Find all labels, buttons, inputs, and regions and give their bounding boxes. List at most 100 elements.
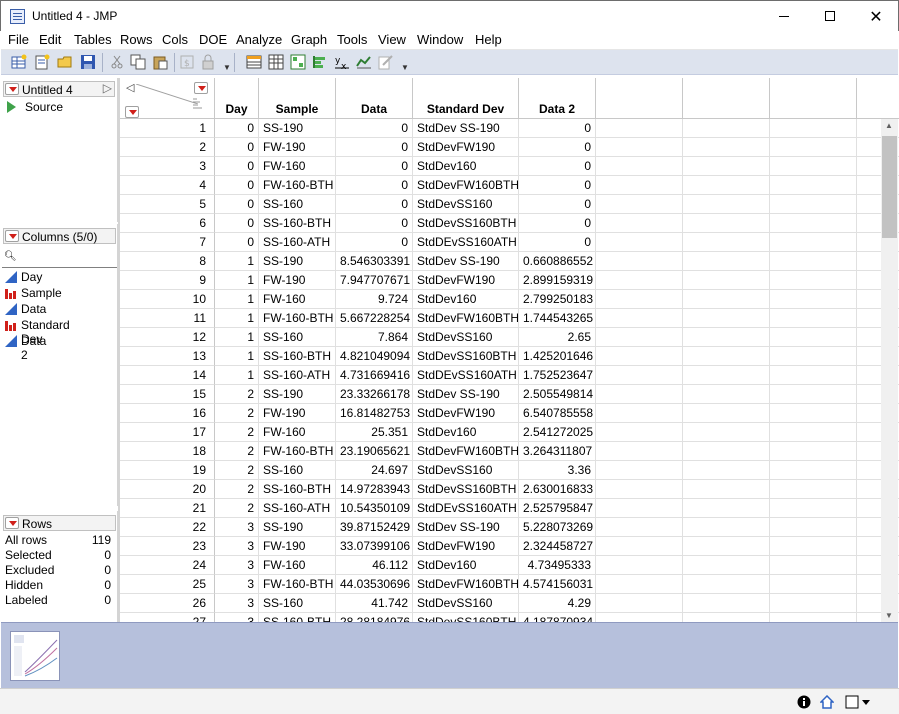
empty-cell[interactable] <box>683 575 770 594</box>
empty-cell[interactable] <box>770 461 857 480</box>
cell-data[interactable]: 0 <box>336 119 413 138</box>
cell-sample[interactable]: SS-160 <box>259 594 336 613</box>
new-data-table-icon[interactable] <box>11 54 27 70</box>
empty-cell[interactable] <box>596 328 683 347</box>
cell-data-2[interactable]: 0 <box>519 176 596 195</box>
menu-analyze[interactable]: Analyze <box>236 32 282 47</box>
cell-standard-dev[interactable]: StdDevSS160BTH <box>413 347 519 366</box>
window-thumbnail[interactable] <box>10 631 60 681</box>
close-button[interactable]: ✕ <box>853 1 899 31</box>
empty-cell[interactable] <box>683 214 770 233</box>
empty-cell[interactable] <box>683 537 770 556</box>
cell-standard-dev[interactable]: StdDevSS160BTH <box>413 480 519 499</box>
empty-cell[interactable] <box>770 119 857 138</box>
col-head-sample[interactable]: Sample <box>259 78 336 119</box>
empty-cell[interactable] <box>770 252 857 271</box>
cell-sample[interactable]: SS-160 <box>259 328 336 347</box>
cell-data-2[interactable]: 6.540785558 <box>519 404 596 423</box>
empty-cell[interactable] <box>596 499 683 518</box>
empty-cell[interactable] <box>596 480 683 499</box>
empty-cell[interactable] <box>770 556 857 575</box>
copy-icon[interactable] <box>130 54 146 70</box>
cell-standard-dev[interactable]: StdDev160 <box>413 556 519 575</box>
empty-cell[interactable] <box>770 594 857 613</box>
cell-data-2[interactable]: 2.505549814 <box>519 385 596 404</box>
empty-cell[interactable] <box>683 442 770 461</box>
row-number[interactable]: 1 <box>120 119 215 138</box>
cell-data-2[interactable]: 2.630016833 <box>519 480 596 499</box>
cell-day[interactable]: 1 <box>215 347 259 366</box>
empty-cell[interactable] <box>770 271 857 290</box>
cell-sample[interactable]: FW-160 <box>259 290 336 309</box>
distribution-icon[interactable] <box>290 54 306 70</box>
row-number[interactable]: 5 <box>120 195 215 214</box>
column-red-triangle-icon[interactable] <box>194 82 208 94</box>
cell-day[interactable]: 2 <box>215 499 259 518</box>
empty-cell[interactable] <box>683 404 770 423</box>
scroll-down-icon[interactable]: ▼ <box>885 611 893 620</box>
empty-cell[interactable] <box>596 233 683 252</box>
cell-data-2[interactable]: 0 <box>519 138 596 157</box>
row-number[interactable]: 8 <box>120 252 215 271</box>
cell-sample[interactable]: FW-160-BTH <box>259 575 336 594</box>
empty-cell[interactable] <box>596 404 683 423</box>
columns-panel-header[interactable]: Columns (5/0) <box>3 228 116 244</box>
empty-cell[interactable] <box>596 461 683 480</box>
col-head-day[interactable]: Day <box>215 78 259 119</box>
col-head-data-2[interactable]: Data 2 <box>519 78 596 119</box>
row-number[interactable]: 25 <box>120 575 215 594</box>
row-number[interactable]: 14 <box>120 366 215 385</box>
cell-standard-dev[interactable]: StdDevFW190 <box>413 404 519 423</box>
scrollbar-thumb[interactable] <box>882 136 897 238</box>
row-number[interactable]: 24 <box>120 556 215 575</box>
cell-data[interactable]: 4.821049094 <box>336 347 413 366</box>
cell-day[interactable]: 0 <box>215 233 259 252</box>
table-panel-header[interactable]: Untitled 4 ▷ <box>3 81 115 97</box>
empty-cell[interactable] <box>683 480 770 499</box>
empty-cell[interactable] <box>596 271 683 290</box>
cell-standard-dev[interactable]: StdDevSS160 <box>413 195 519 214</box>
empty-cell[interactable] <box>596 594 683 613</box>
empty-cell[interactable] <box>770 157 857 176</box>
empty-cell[interactable] <box>596 575 683 594</box>
cell-data-2[interactable]: 1.752523647 <box>519 366 596 385</box>
cell-standard-dev[interactable]: StdDevSS160 <box>413 461 519 480</box>
cell-day[interactable]: 1 <box>215 271 259 290</box>
cell-data-2[interactable]: 5.228073269 <box>519 518 596 537</box>
cell-data[interactable]: 23.33266178 <box>336 385 413 404</box>
red-triangle-menu-icon[interactable] <box>5 517 19 529</box>
empty-cell[interactable] <box>683 138 770 157</box>
cell-data[interactable]: 0 <box>336 157 413 176</box>
empty-cell[interactable] <box>596 119 683 138</box>
empty-col-head[interactable] <box>683 78 770 119</box>
empty-cell[interactable] <box>596 613 683 622</box>
empty-cell[interactable] <box>683 366 770 385</box>
disabled-icon[interactable]: $ <box>179 54 195 70</box>
cell-data[interactable]: 25.351 <box>336 423 413 442</box>
cell-data[interactable]: 0 <box>336 233 413 252</box>
cell-data-2[interactable]: 4.73495333 <box>519 556 596 575</box>
cell-standard-dev[interactable]: StdDevFW190 <box>413 138 519 157</box>
cell-day[interactable]: 0 <box>215 157 259 176</box>
row-number[interactable]: 16 <box>120 404 215 423</box>
cell-day[interactable]: 3 <box>215 518 259 537</box>
cell-sample[interactable]: FW-160 <box>259 157 336 176</box>
row-number[interactable]: 11 <box>120 309 215 328</box>
cell-sample[interactable]: SS-190 <box>259 385 336 404</box>
empty-cell[interactable] <box>683 347 770 366</box>
cell-day[interactable]: 1 <box>215 366 259 385</box>
empty-cell[interactable] <box>770 575 857 594</box>
row-number[interactable]: 18 <box>120 442 215 461</box>
home-icon[interactable] <box>820 695 834 709</box>
cell-data[interactable]: 4.731669416 <box>336 366 413 385</box>
save-icon[interactable] <box>80 54 96 70</box>
empty-cell[interactable] <box>596 537 683 556</box>
cell-standard-dev[interactable]: StdDev160 <box>413 423 519 442</box>
cell-day[interactable]: 0 <box>215 214 259 233</box>
row-number[interactable]: 12 <box>120 328 215 347</box>
cell-data[interactable]: 28.28184976 <box>336 613 413 622</box>
cell-standard-dev[interactable]: StdDevFW160BTH <box>413 575 519 594</box>
cell-data[interactable]: 44.03530696 <box>336 575 413 594</box>
cell-day[interactable]: 0 <box>215 195 259 214</box>
cell-data[interactable]: 46.112 <box>336 556 413 575</box>
